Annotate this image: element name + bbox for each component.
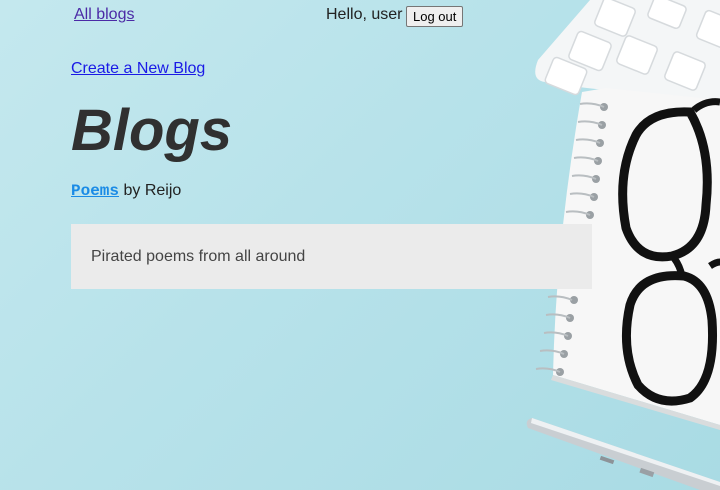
create-blog-link[interactable]: Create a New Blog [71, 60, 205, 78]
glasses-decoration [618, 98, 720, 406]
pen-decoration [526, 418, 720, 490]
blog-title-link[interactable]: Poems [71, 182, 119, 200]
user-greeting: Hello, user [326, 6, 403, 23]
page-title: Blogs [71, 98, 233, 163]
logout-button[interactable]: Log out [406, 6, 464, 27]
blog-description-card: Pirated poems from all around [71, 224, 592, 289]
blog-description: Pirated poems from all around [91, 248, 306, 265]
blog-entry: Poems by Reijo [71, 182, 181, 200]
all-blogs-link[interactable]: All blogs [74, 6, 134, 24]
keyboard-decoration [535, 0, 720, 105]
blog-author: by Reijo [123, 182, 182, 199]
